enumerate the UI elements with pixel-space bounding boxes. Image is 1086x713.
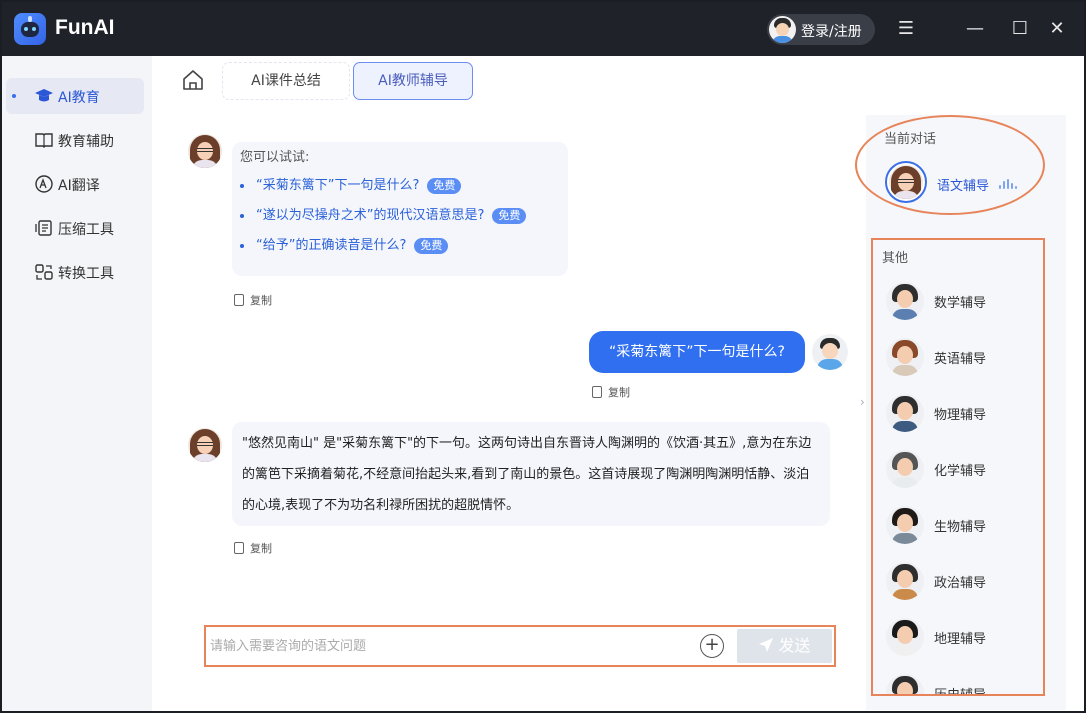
sidebar-item-convert[interactable]: 转换工具	[6, 254, 144, 290]
copy-button[interactable]: 复制	[234, 292, 272, 308]
question-input[interactable]	[210, 635, 690, 657]
free-badge: 免费	[427, 177, 462, 194]
menu-icon[interactable]: ☰	[893, 16, 919, 42]
sidebar-item-ai-education[interactable]: AI教育	[6, 78, 144, 114]
copy-icon	[234, 294, 244, 306]
sidebar-item-label: 教育辅助	[58, 134, 114, 150]
sidebar-item-compress[interactable]: 压缩工具	[6, 210, 144, 246]
suggestion-text: “遂以为尽操舟之术”的现代汉语意思是?	[256, 208, 485, 223]
sidebar-item-label: 压缩工具	[58, 222, 114, 238]
copy-label: 复制	[608, 386, 630, 399]
suggestion-item[interactable]: “遂以为尽操舟之术”的现代汉语意思是? 免费	[240, 204, 527, 224]
compress-icon	[35, 220, 52, 236]
copy-icon	[592, 386, 602, 398]
copy-label: 复制	[250, 542, 272, 555]
graduation-cap-icon	[35, 89, 53, 102]
chat-input-bar: + 发送	[204, 625, 836, 667]
convert-icon	[35, 264, 53, 280]
ai-teacher-avatar	[188, 428, 222, 462]
tab-courseware-summary[interactable]: AI课件总结	[222, 62, 350, 100]
translate-icon	[35, 175, 53, 193]
login-button[interactable]: 登录/注册	[767, 14, 875, 45]
bullet-icon	[240, 183, 244, 188]
login-label: 登录/注册	[801, 24, 862, 40]
app-window: FunAI 登录/注册 ☰ — ☐ ✕ AI教育 教育辅助 AI翻译 压缩工具	[0, 0, 1086, 713]
maximize-icon[interactable]: ☐	[1007, 16, 1033, 42]
send-icon	[759, 638, 774, 652]
title-bar: FunAI 登录/注册 ☰ — ☐ ✕	[2, 2, 1084, 56]
sidebar-item-label: AI教育	[58, 90, 100, 106]
sidebar-item-label: 转换工具	[58, 266, 114, 282]
suggestion-text: “给予”的正确读音是什么?	[256, 238, 407, 253]
copy-icon	[234, 542, 244, 554]
suggestion-text: “采菊东篱下”下一句是什么?	[256, 178, 420, 193]
highlight-oval	[855, 115, 1045, 215]
close-icon[interactable]: ✕	[1044, 16, 1070, 42]
sidebar-item-edu-assist[interactable]: 教育辅助	[6, 122, 144, 158]
send-button[interactable]: 发送	[737, 629, 832, 663]
bullet-icon	[240, 243, 244, 248]
sidebar-item-ai-translate[interactable]: AI翻译	[6, 166, 144, 202]
user-avatar	[812, 334, 848, 370]
sidebar: AI教育 教育辅助 AI翻译 压缩工具 转换工具	[2, 56, 152, 711]
answer-text: "悠然见南山" 是"采菊东篱下"的下一句。这两句诗出自东晋诗人陶渊明的《饮酒·其…	[242, 436, 812, 513]
minimize-icon[interactable]: —	[962, 16, 988, 42]
suggestion-item[interactable]: “采菊东篱下”下一句是什么? 免费	[240, 174, 462, 194]
send-label: 发送	[778, 636, 811, 655]
bullet-icon	[240, 213, 244, 218]
chevron-right-icon[interactable]: ›	[860, 395, 865, 409]
suggestion-bubble: 您可以试试: “采菊东篱下”下一句是什么? 免费 “遂以为尽操舟之术”的现代汉语意…	[232, 142, 568, 276]
copy-label: 复制	[250, 294, 272, 307]
tab-ai-teacher[interactable]: AI教师辅导	[353, 62, 473, 100]
free-badge: 免费	[492, 207, 527, 224]
app-title: FunAI	[55, 16, 115, 39]
copy-button[interactable]: 复制	[234, 540, 272, 556]
ai-teacher-avatar	[188, 134, 222, 168]
free-badge: 免费	[414, 237, 449, 254]
highlight-box	[871, 238, 1045, 696]
robot-logo-icon	[14, 13, 46, 45]
suggestion-item[interactable]: “给予”的正确读音是什么? 免费	[240, 234, 449, 254]
hint-title: 您可以试试:	[240, 150, 310, 165]
tab-bar: AI课件总结 AI教师辅导	[152, 56, 852, 108]
sidebar-item-label: AI翻译	[58, 178, 100, 194]
user-message-bubble: “采菊东篱下”下一句是什么?	[589, 331, 805, 373]
active-indicator	[12, 94, 16, 98]
add-attachment-icon[interactable]: +	[700, 634, 724, 658]
book-icon	[35, 133, 53, 148]
home-icon[interactable]	[180, 68, 206, 92]
user-avatar-icon	[769, 16, 796, 43]
copy-button[interactable]: 复制	[592, 384, 630, 400]
